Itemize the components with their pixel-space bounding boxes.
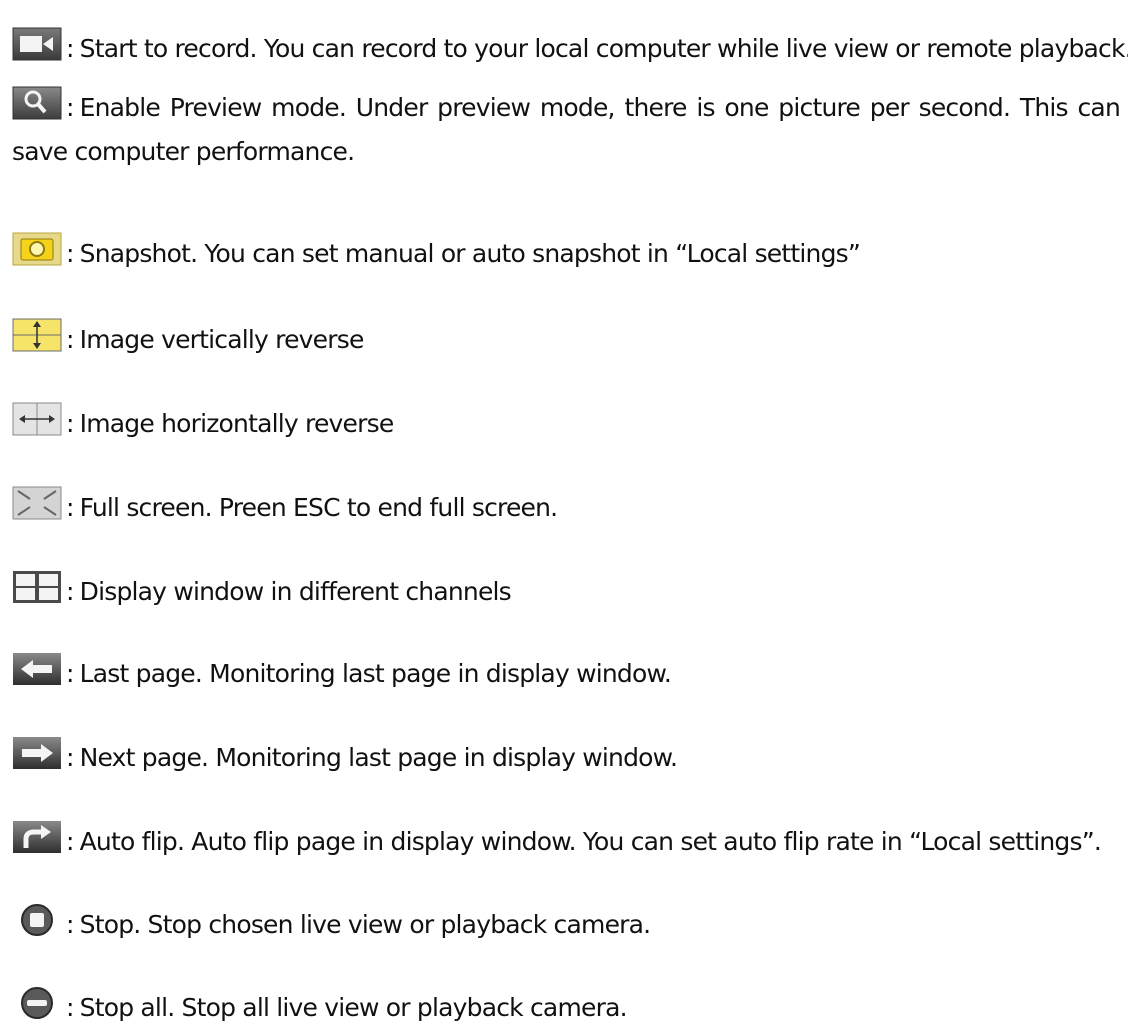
- entry-separator: :: [66, 325, 74, 354]
- legend-entry-next-page: : Next page. Monitoring last page in disp…: [12, 736, 1120, 773]
- legend-entry-auto-flip: : Auto flip. Auto flip page in display wi…: [12, 820, 1120, 857]
- stop-icon: [12, 903, 62, 937]
- legend-entry-last-page: : Last page. Monitoring last page in disp…: [12, 652, 1120, 689]
- stop-all-icon: [12, 986, 62, 1020]
- fullscreen-icon: [12, 486, 62, 520]
- entry-separator: :: [66, 93, 74, 122]
- entry-separator: :: [66, 34, 74, 63]
- horizontal-reverse-icon: [12, 402, 62, 436]
- record-camera-icon: [12, 27, 62, 61]
- entry-text: Last page. Monitoring last page in displ…: [79, 659, 672, 688]
- snapshot-camera-icon: [12, 232, 62, 266]
- entry-separator: :: [66, 239, 74, 268]
- entry-text: Start to record. You can record to your …: [79, 34, 1128, 63]
- entry-text: Stop. Stop chosen live view or playback …: [79, 910, 651, 939]
- entry-text: Display window in different channels: [79, 577, 512, 606]
- entry-separator: :: [66, 827, 74, 856]
- entry-separator: :: [66, 743, 74, 772]
- legend-entry-multi-window: : Display window in different channels: [12, 570, 1120, 607]
- entry-text: Full screen. Preen ESC to end full scree…: [79, 493, 559, 522]
- entry-separator: :: [66, 493, 74, 522]
- entry-separator: :: [66, 910, 74, 939]
- legend-entry-vertical-reverse: : Image vertically reverse: [12, 318, 1120, 355]
- legend-entry-fullscreen: : Full screen. Preen ESC to end full scre…: [12, 486, 1120, 523]
- vertical-reverse-icon: [12, 318, 62, 352]
- entry-text: Image vertically reverse: [79, 325, 365, 354]
- preview-magnifier-icon: [12, 86, 62, 120]
- legend-entry-horizontal-reverse: : Image horizontally reverse: [12, 402, 1120, 439]
- entry-separator: :: [66, 993, 74, 1022]
- entry-text: Snapshot. You can set manual or auto sna…: [79, 239, 861, 268]
- legend-entry-preview: : Enable Preview mode. Under preview mode…: [12, 86, 1121, 174]
- entry-text: Image horizontally reverse: [79, 409, 395, 438]
- legend-entry-stop: : Stop. Stop chosen live view or playback…: [12, 903, 1120, 940]
- auto-flip-icon: [12, 820, 62, 854]
- entry-text: Enable Preview mode. Under preview mode,…: [12, 93, 1121, 166]
- entry-separator: :: [66, 409, 74, 438]
- legend-entry-record: : Start to record. You can record to your…: [12, 27, 1128, 64]
- next-page-arrow-icon: [12, 736, 62, 770]
- legend-entry-stop-all: : Stop all. Stop all live view or playbac…: [12, 986, 1120, 1023]
- entry-text: Auto flip. Auto flip page in display win…: [79, 827, 1102, 856]
- entry-separator: :: [66, 577, 74, 606]
- entry-text: Stop all. Stop all live view or playback…: [79, 993, 628, 1022]
- multi-window-icon: [12, 570, 62, 604]
- legend-entry-snapshot: : Snapshot. You can set manual or auto sn…: [12, 232, 1120, 269]
- last-page-arrow-icon: [12, 652, 62, 686]
- document-page: : Start to record. You can record to your…: [0, 0, 1128, 1022]
- entry-separator: :: [66, 659, 74, 688]
- entry-text: Next page. Monitoring last page in displ…: [79, 743, 678, 772]
